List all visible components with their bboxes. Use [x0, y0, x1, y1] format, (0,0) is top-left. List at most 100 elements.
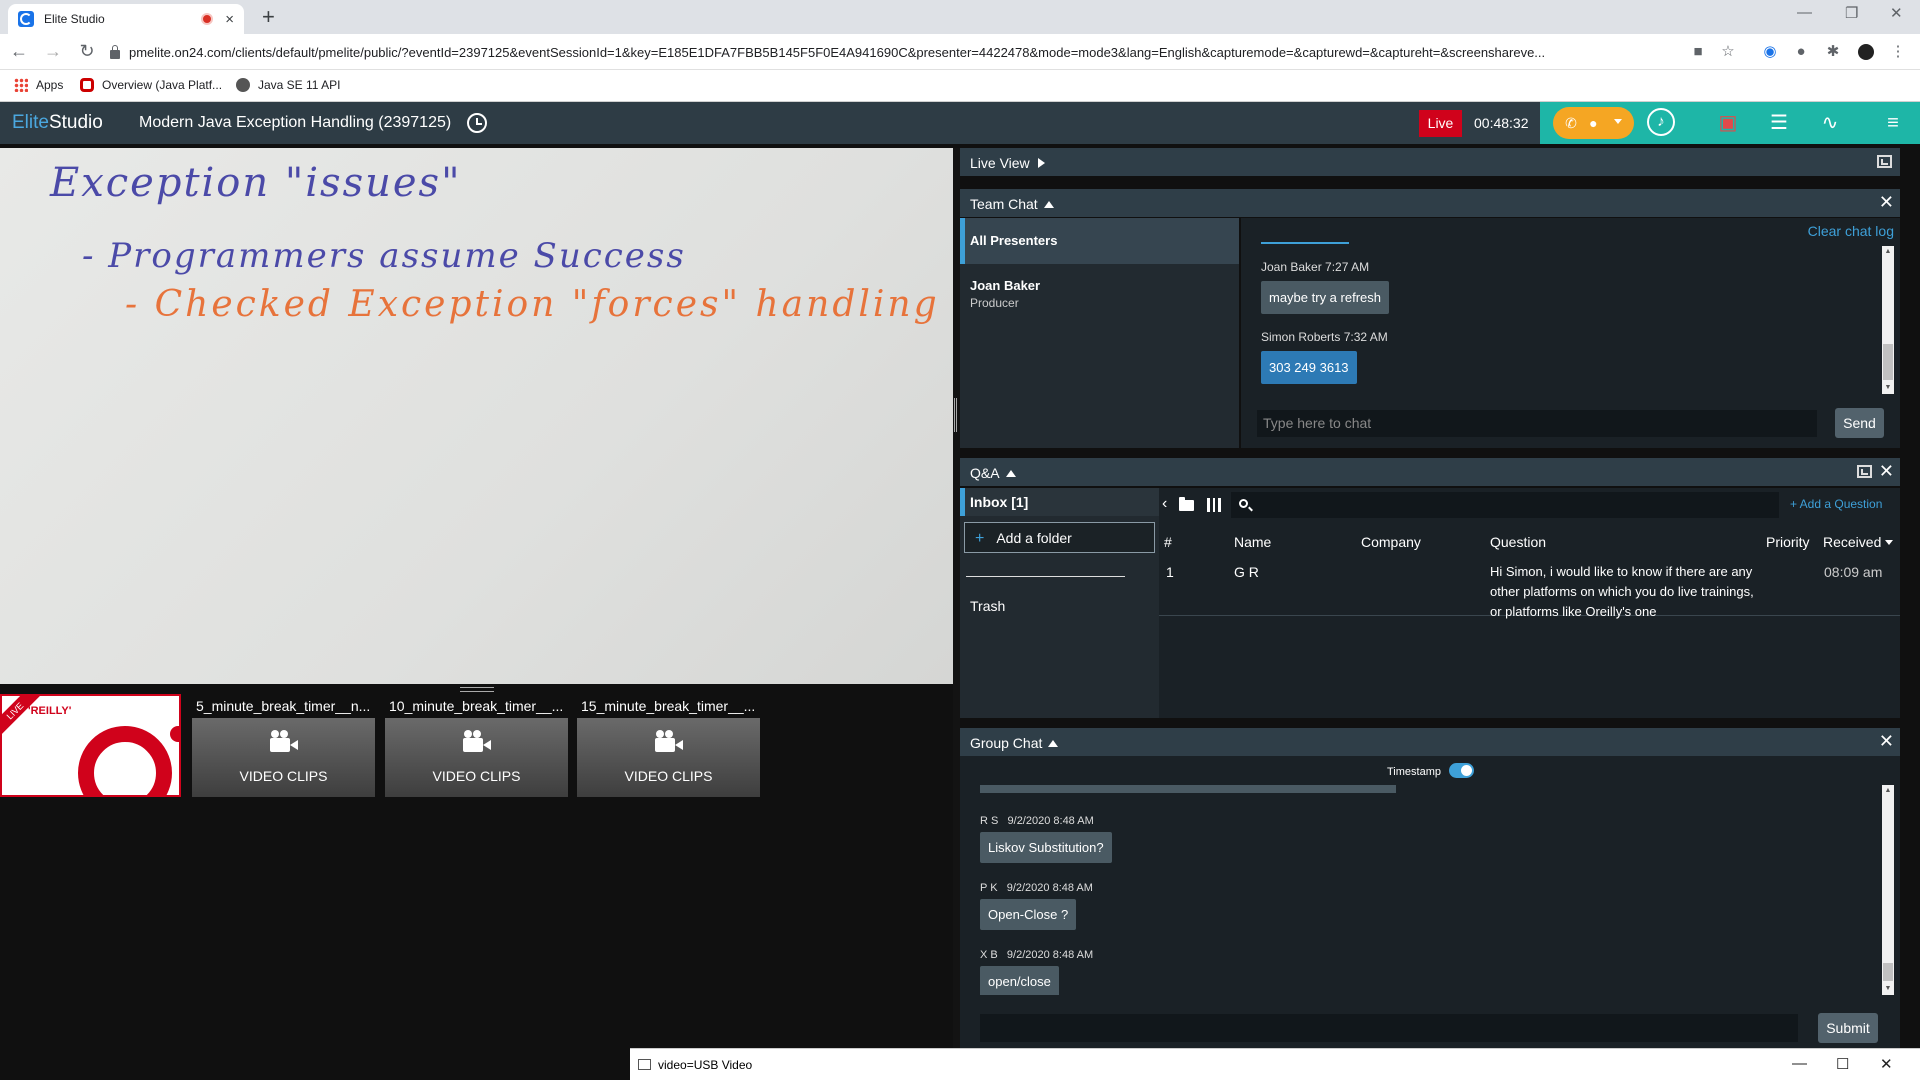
chevron-left-icon[interactable]: ‹: [1162, 495, 1167, 513]
oreilly-dot-logo: [170, 726, 179, 742]
user-icon: ●: [1589, 115, 1598, 131]
whiteboard-line-1: Exception "issues": [50, 160, 462, 206]
col-priority[interactable]: Priority: [1766, 534, 1810, 550]
group-chat-header[interactable]: Group Chat ✕: [960, 728, 1900, 756]
col-received[interactable]: Received: [1823, 534, 1894, 550]
extension-circle-icon[interactable]: ●: [1793, 44, 1809, 60]
window-maximize-button[interactable]: ☐: [1836, 1055, 1849, 1073]
bookmark-apps[interactable]: Apps: [14, 78, 63, 92]
group-chat-input[interactable]: [980, 1014, 1798, 1042]
group-chat-scrollbar[interactable]: ▲ ▼: [1882, 785, 1894, 995]
window-restore-button[interactable]: ❐: [1845, 4, 1858, 22]
stage-resize-handle[interactable]: [954, 398, 957, 432]
camera-icon[interactable]: ■: [1690, 44, 1706, 60]
presenter-name[interactable]: Joan Baker: [970, 278, 1040, 293]
extension-capture-icon[interactable]: ◉: [1762, 44, 1778, 60]
message-bubble: 303 249 3613: [1261, 351, 1357, 384]
window-minimize-button[interactable]: —: [1797, 4, 1812, 21]
session-timer: 00:48:32: [1474, 115, 1529, 131]
scroll-up-icon[interactable]: ▲: [1882, 785, 1894, 797]
message-meta: Simon Roberts 7:32 AM: [1261, 330, 1388, 344]
phone-icon: ✆: [1565, 114, 1577, 131]
scroll-up-icon[interactable]: ▲: [1882, 246, 1894, 258]
col-question[interactable]: Question: [1490, 534, 1546, 550]
team-chat-messages: Joan Baker 7:27 AM maybe try a refresh S…: [1241, 218, 1881, 396]
bookmark-java-overview[interactable]: Overview (Java Platf...: [80, 78, 222, 92]
oreilly-brand: 'REILLY': [28, 705, 72, 717]
globe-icon: [236, 78, 250, 92]
oreilly-ring-logo: [78, 726, 172, 795]
caret-up-icon: [1043, 201, 1054, 208]
hamburger-menu-icon[interactable]: ≡: [1878, 108, 1908, 138]
video-clip-15-minute[interactable]: 15_minute_break_timer__... VIDEO CLIPS: [577, 694, 760, 797]
send-button[interactable]: Send: [1835, 408, 1884, 438]
add-question-link[interactable]: + Add a Question: [1790, 497, 1882, 511]
col-company[interactable]: Company: [1361, 534, 1421, 550]
new-tab-button[interactable]: +: [262, 4, 275, 30]
add-folder-button[interactable]: + Add a folder: [964, 522, 1155, 553]
clip-title: 5_minute_break_timer__n...: [192, 694, 375, 718]
browser-tab[interactable]: Elite Studio ×: [8, 4, 244, 34]
address-bar[interactable]: pmelite.on24.com/clients/default/pmelite…: [110, 39, 1670, 65]
col-name[interactable]: Name: [1234, 534, 1271, 550]
tab-close-icon[interactable]: ×: [225, 11, 234, 28]
qa-search-input[interactable]: [1231, 492, 1779, 518]
window-close-button[interactable]: ✕: [1880, 1055, 1893, 1073]
live-slide-thumbnail[interactable]: 'REILLY' LIVE: [0, 694, 181, 797]
star-icon[interactable]: ☆: [1720, 44, 1736, 60]
video-clip-5-minute[interactable]: 5_minute_break_timer__n... VIDEO CLIPS: [192, 694, 375, 797]
phone-audio-button[interactable]: ✆ ●: [1553, 107, 1634, 139]
clip-label: VIDEO CLIPS: [432, 768, 521, 784]
team-chat-header[interactable]: Team Chat ✕: [960, 189, 1900, 217]
window-minimize-button[interactable]: —: [1792, 1055, 1807, 1072]
reload-icon[interactable]: ↻: [72, 41, 102, 62]
columns-icon[interactable]: [1207, 498, 1221, 512]
close-icon[interactable]: ✕: [1879, 461, 1894, 482]
qa-header[interactable]: Q&A ✕: [960, 458, 1900, 486]
oracle-icon: [80, 78, 94, 92]
elite-studio-logo: EliteStudio: [12, 112, 103, 133]
close-icon[interactable]: ✕: [1879, 731, 1894, 752]
usb-video-window[interactable]: video=USB Video — ☐ ✕: [630, 1048, 1920, 1080]
popout-icon[interactable]: [1857, 465, 1872, 478]
caret-up-icon: [1005, 470, 1016, 477]
recording-icon: [201, 13, 214, 25]
screen-share-icon[interactable]: ▣: [1713, 108, 1743, 138]
qa-folders: Inbox [1] + Add a folder Trash: [960, 488, 1159, 718]
folder-icon[interactable]: [1179, 497, 1194, 511]
team-chat-scrollbar[interactable]: ▲ ▼: [1882, 246, 1894, 394]
scroll-thumb[interactable]: [1883, 963, 1893, 981]
table-row[interactable]: 1 G R Hi Simon, i would like to know if …: [1159, 556, 1900, 619]
clock-icon[interactable]: [467, 113, 487, 133]
scroll-down-icon[interactable]: ▼: [1882, 983, 1894, 995]
scroll-down-icon[interactable]: ▼: [1882, 382, 1894, 394]
profile-avatar[interactable]: [1858, 44, 1874, 60]
analytics-icon[interactable]: ∿: [1815, 108, 1845, 138]
kebab-menu-icon[interactable]: ⋮: [1890, 44, 1906, 60]
submit-button[interactable]: Submit: [1818, 1013, 1878, 1043]
qa-inbox-folder[interactable]: Inbox [1]: [960, 488, 1159, 516]
timestamp-toggle[interactable]: [1449, 763, 1474, 778]
scroll-thumb[interactable]: [1883, 344, 1893, 380]
strip-resize-handle[interactable]: [460, 687, 494, 692]
back-arrow-icon[interactable]: ←: [4, 41, 34, 62]
video-clip-10-minute[interactable]: 10_minute_break_timer__... VIDEO CLIPS: [385, 694, 568, 797]
live-view-header[interactable]: Live View: [960, 148, 1900, 176]
caret-up-icon: [1048, 740, 1059, 747]
clear-chat-log-link[interactable]: Clear chat log: [1808, 223, 1894, 239]
col-number[interactable]: #: [1164, 534, 1172, 550]
microphone-icon[interactable]: ♪: [1647, 108, 1675, 136]
team-chat-input[interactable]: Type here to chat: [1257, 410, 1817, 437]
channel-all-presenters[interactable]: All Presenters: [960, 218, 1239, 264]
notes-icon[interactable]: ☰: [1764, 108, 1794, 138]
window-icon: [638, 1059, 651, 1070]
window-close-button[interactable]: ✕: [1890, 4, 1903, 22]
popout-icon[interactable]: [1877, 155, 1892, 168]
whiteboard-line-2: - Programmers assume Success: [82, 236, 686, 276]
qa-trash-folder[interactable]: Trash: [970, 598, 1005, 614]
close-icon[interactable]: ✕: [1879, 192, 1894, 213]
puzzle-icon[interactable]: ✱: [1825, 44, 1841, 60]
forward-arrow-icon[interactable]: →: [38, 41, 68, 62]
bookmark-java-se-11[interactable]: Java SE 11 API: [236, 78, 341, 92]
row-received: 08:09 am: [1824, 564, 1883, 580]
